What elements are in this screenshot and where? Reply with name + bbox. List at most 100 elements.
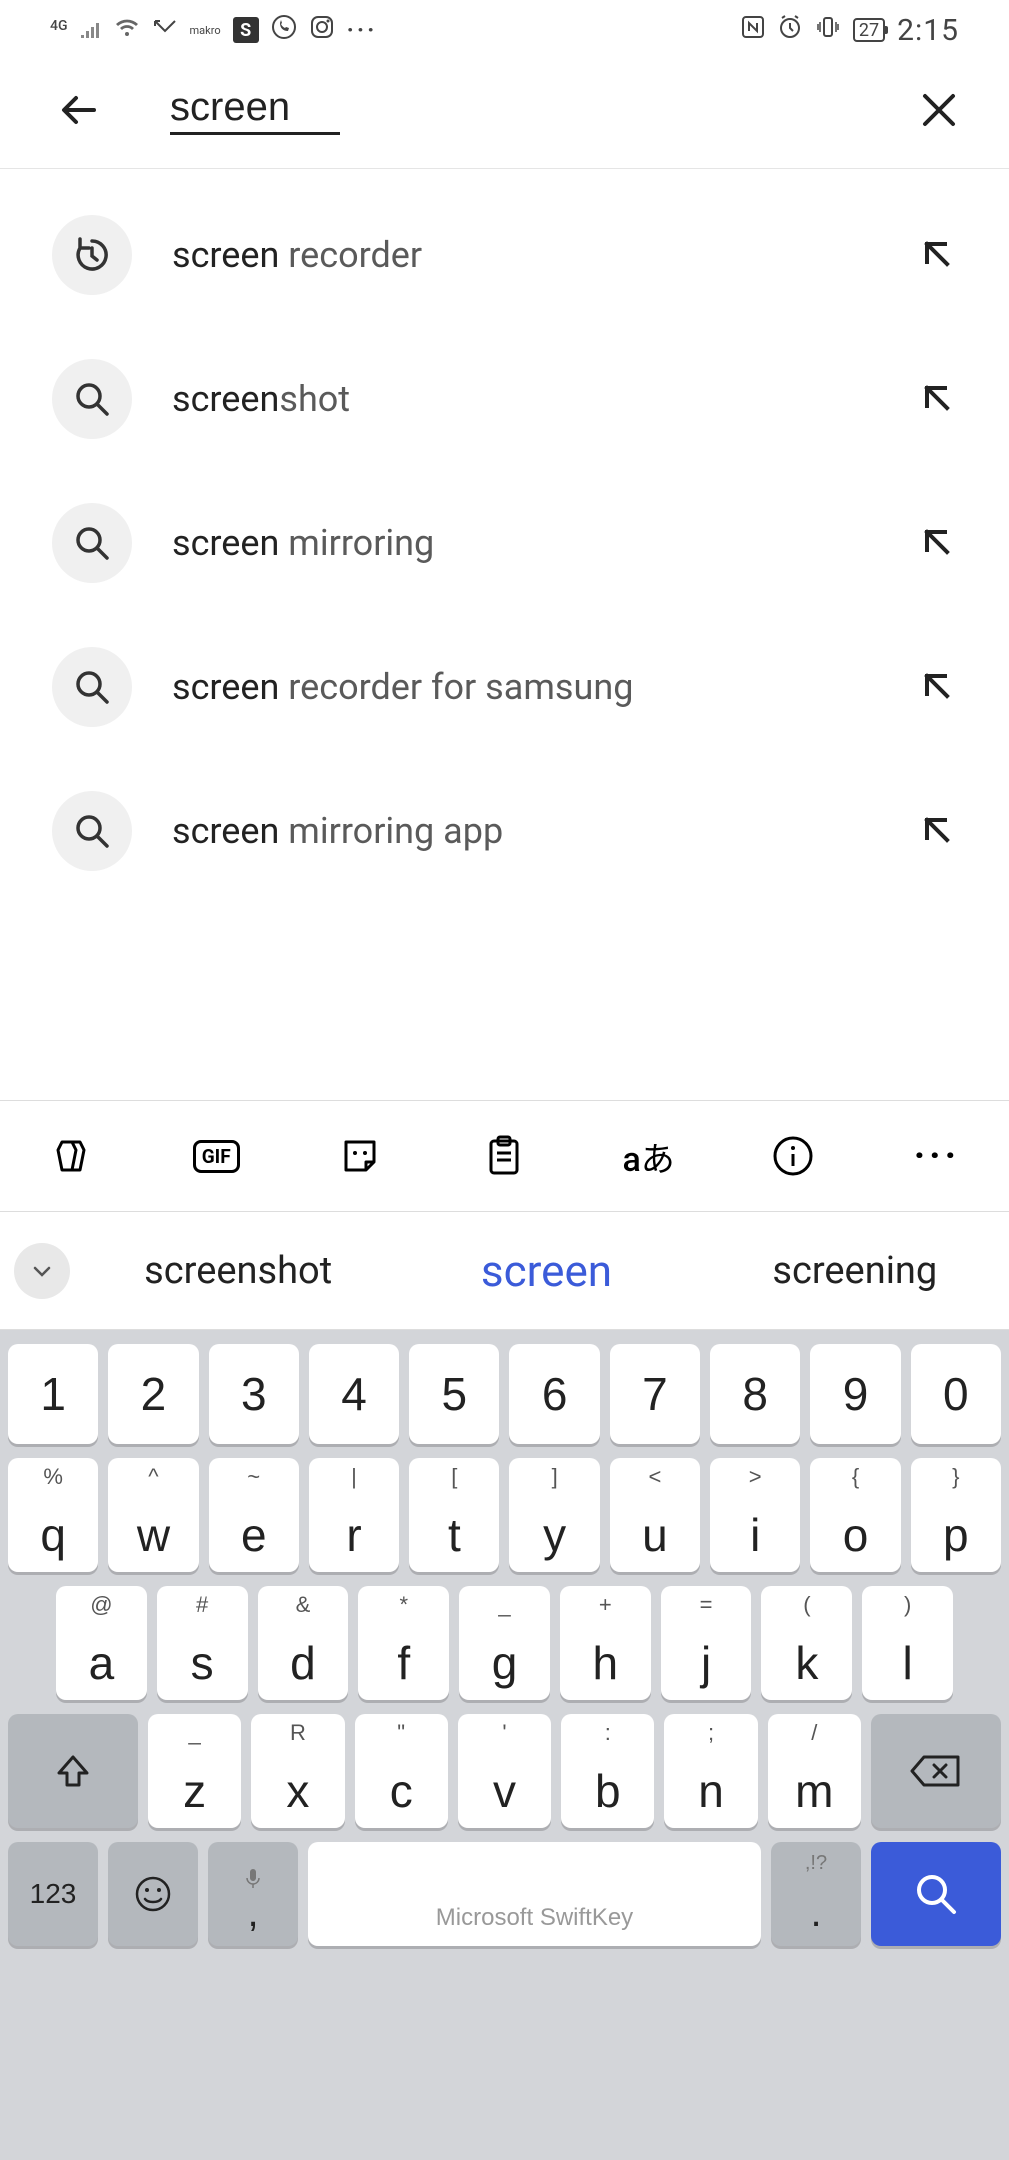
- arrow-up-left-icon: [919, 524, 953, 558]
- key-main-label: h: [593, 1636, 619, 1690]
- arrow-up-left-icon: [919, 236, 953, 270]
- key-main-label: 9: [843, 1367, 869, 1421]
- insert-query-button[interactable]: [915, 520, 957, 566]
- key-s[interactable]: #s: [157, 1586, 248, 1700]
- key-m[interactable]: /m: [768, 1714, 861, 1828]
- kb-tool-info[interactable]: [721, 1101, 865, 1211]
- clear-button[interactable]: [909, 80, 969, 140]
- key-9[interactable]: 9: [810, 1344, 900, 1444]
- key-q[interactable]: %q: [8, 1458, 98, 1572]
- key-main-label: 7: [642, 1367, 668, 1421]
- key-g[interactable]: _g: [459, 1586, 550, 1700]
- key-period[interactable]: ,!? .: [771, 1842, 861, 1946]
- key-shift[interactable]: [8, 1714, 138, 1828]
- key-z[interactable]: _z: [148, 1714, 241, 1828]
- key-0[interactable]: 0: [911, 1344, 1001, 1444]
- key-backspace[interactable]: [871, 1714, 1001, 1828]
- key-sup-label: ]: [552, 1464, 558, 1490]
- keyboard: GIF aあ ··· screenshot screen screening 1…: [0, 1100, 1009, 2160]
- key-comma[interactable]: ,: [208, 1842, 298, 1946]
- prediction-right[interactable]: screening: [701, 1249, 1009, 1293]
- back-button[interactable]: [50, 80, 110, 140]
- key-k[interactable]: (k: [761, 1586, 852, 1700]
- key-u[interactable]: <u: [610, 1458, 700, 1572]
- suggestion-row[interactable]: screen mirroring app: [0, 759, 1009, 903]
- key-j[interactable]: =j: [661, 1586, 752, 1700]
- key-w[interactable]: ^w: [108, 1458, 198, 1572]
- key-4[interactable]: 4: [309, 1344, 399, 1444]
- key-search[interactable]: [871, 1842, 1001, 1946]
- key-6[interactable]: 6: [509, 1344, 599, 1444]
- key-sup-label: [: [451, 1464, 457, 1490]
- key-o[interactable]: {o: [810, 1458, 900, 1572]
- gif-icon: GIF: [193, 1140, 240, 1173]
- key-f[interactable]: *f: [358, 1586, 449, 1700]
- key-e[interactable]: ~e: [209, 1458, 299, 1572]
- kb-tool-translate[interactable]: aあ: [577, 1101, 721, 1211]
- nfc-icon: [741, 15, 765, 45]
- key-sup-label: ;: [708, 1720, 714, 1746]
- key-sup-label: (: [803, 1592, 810, 1618]
- predictions-expand-button[interactable]: [14, 1243, 70, 1299]
- key-sup-label: R: [290, 1720, 306, 1746]
- insert-query-button[interactable]: [915, 664, 957, 710]
- key-main-label: o: [843, 1508, 869, 1562]
- key-v[interactable]: 'v: [458, 1714, 551, 1828]
- key-3[interactable]: 3: [209, 1344, 299, 1444]
- key-main-label: v: [493, 1764, 516, 1818]
- insert-query-button[interactable]: [915, 376, 957, 422]
- key-main-label: t: [448, 1508, 461, 1562]
- key-main-label: m: [795, 1764, 833, 1818]
- suggestion-row[interactable]: screen recorder: [0, 183, 1009, 327]
- key-x[interactable]: Rx: [251, 1714, 344, 1828]
- key-2[interactable]: 2: [108, 1344, 198, 1444]
- key-h[interactable]: +h: [560, 1586, 651, 1700]
- key-a[interactable]: @a: [56, 1586, 147, 1700]
- key-sup-label: <: [648, 1464, 661, 1490]
- suggestion-row[interactable]: screen mirroring: [0, 471, 1009, 615]
- kb-tool-gif[interactable]: GIF: [144, 1101, 288, 1211]
- key-symbols[interactable]: 123: [8, 1842, 98, 1946]
- suggestion-row[interactable]: screen recorder for samsung: [0, 615, 1009, 759]
- key-main-label: 0: [943, 1367, 969, 1421]
- kb-tool-more[interactable]: ···: [865, 1101, 1009, 1211]
- key-main-label: y: [543, 1508, 566, 1562]
- key-b[interactable]: :b: [561, 1714, 654, 1828]
- kb-tool-copilot[interactable]: [0, 1101, 144, 1211]
- insert-query-button[interactable]: [915, 232, 957, 278]
- key-c[interactable]: "c: [355, 1714, 448, 1828]
- key-t[interactable]: [t: [409, 1458, 499, 1572]
- key-emoji[interactable]: [108, 1842, 198, 1946]
- key-space[interactable]: Microsoft SwiftKey: [308, 1842, 761, 1946]
- key-sup-label: =: [700, 1592, 713, 1618]
- arrow-up-left-icon: [919, 668, 953, 702]
- space-brand-label: Microsoft SwiftKey: [436, 1904, 633, 1932]
- key-5[interactable]: 5: [409, 1344, 499, 1444]
- key-d[interactable]: &d: [258, 1586, 349, 1700]
- search-input[interactable]: [170, 85, 340, 135]
- key-i[interactable]: >i: [710, 1458, 800, 1572]
- key-main-label: u: [642, 1508, 668, 1562]
- period-sup-label: ,!?: [805, 1852, 827, 1875]
- key-sup-label: &: [296, 1592, 311, 1618]
- key-n[interactable]: ;n: [664, 1714, 757, 1828]
- shift-icon: [53, 1751, 93, 1791]
- key-7[interactable]: 7: [610, 1344, 700, 1444]
- prediction-center[interactable]: screen: [392, 1245, 700, 1297]
- clipboard-icon: [484, 1134, 524, 1178]
- kb-tool-clipboard[interactable]: [432, 1101, 576, 1211]
- suggestion-row[interactable]: screenshot: [0, 327, 1009, 471]
- key-8[interactable]: 8: [710, 1344, 800, 1444]
- key-1[interactable]: 1: [8, 1344, 98, 1444]
- key-p[interactable]: }p: [911, 1458, 1001, 1572]
- key-l[interactable]: )l: [862, 1586, 953, 1700]
- key-y[interactable]: ]y: [509, 1458, 599, 1572]
- key-sup-label: %: [43, 1464, 63, 1490]
- more-notifications-icon: ···: [347, 16, 378, 44]
- insert-query-button[interactable]: [915, 808, 957, 854]
- kb-tool-sticker[interactable]: [288, 1101, 432, 1211]
- prediction-left[interactable]: screenshot: [84, 1249, 392, 1293]
- search-icon: [52, 647, 132, 727]
- key-main-label: g: [492, 1636, 518, 1690]
- key-r[interactable]: |r: [309, 1458, 399, 1572]
